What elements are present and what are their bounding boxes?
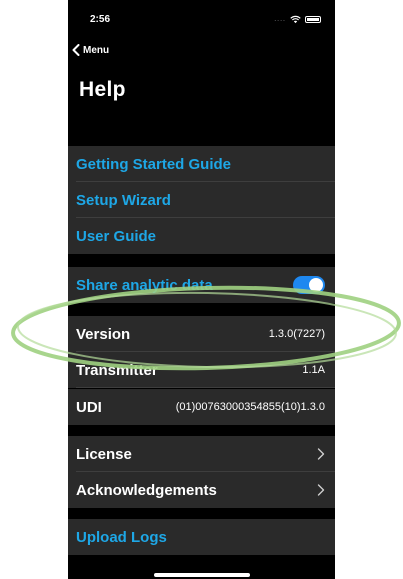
share-analytics-row: Share analytic data xyxy=(68,267,335,303)
link-label: Setup Wizard xyxy=(76,191,171,209)
chevron-right-icon xyxy=(317,448,325,460)
back-button[interactable]: Menu xyxy=(72,44,109,56)
udi-label: UDI xyxy=(76,398,102,416)
back-label: Menu xyxy=(83,44,110,56)
udi-row: UDI (01)00763000354855(10)1.3.0 xyxy=(68,389,335,425)
home-indicator xyxy=(154,573,250,577)
version-label: Version xyxy=(76,325,131,343)
share-analytics-toggle[interactable] xyxy=(293,276,325,294)
setup-wizard-link[interactable]: Setup Wizard xyxy=(68,182,335,218)
page-title: Help xyxy=(79,78,126,101)
link-label: Getting Started Guide xyxy=(76,155,232,173)
acknowledgements-label: Acknowledgements xyxy=(76,481,217,499)
status-icons: .... xyxy=(274,15,321,24)
upload-logs-link[interactable]: Upload Logs xyxy=(68,519,335,555)
share-analytics-label: Share analytic data xyxy=(76,276,213,294)
status-bar: 2:56 .... xyxy=(68,14,335,28)
wifi-icon xyxy=(290,15,301,24)
signal-icon: .... xyxy=(274,16,286,23)
upload-logs-label: Upload Logs xyxy=(76,528,167,546)
battery-icon xyxy=(305,16,321,23)
license-row[interactable]: License xyxy=(68,436,335,472)
user-guide-link[interactable]: User Guide xyxy=(68,218,335,254)
version-row: Version 1.3.0(7227) xyxy=(68,316,335,352)
chevron-left-icon xyxy=(72,44,80,56)
transmitter-label: Transmitter xyxy=(76,361,158,379)
license-label: License xyxy=(76,445,132,463)
transmitter-value: 1.1A xyxy=(302,364,325,376)
getting-started-guide-link[interactable]: Getting Started Guide xyxy=(68,146,335,182)
udi-value: (01)00763000354855(10)1.3.0 xyxy=(175,401,325,413)
acknowledgements-row[interactable]: Acknowledgements xyxy=(68,472,335,508)
toggle-knob xyxy=(309,278,323,292)
phone-screen: 2:56 .... Menu Help Getting Started Guid… xyxy=(68,0,335,579)
status-time: 2:56 xyxy=(90,14,111,25)
version-value: 1.3.0(7227) xyxy=(268,328,325,340)
link-label: User Guide xyxy=(76,227,157,245)
chevron-right-icon xyxy=(317,484,325,496)
transmitter-row: Transmitter 1.1A xyxy=(68,352,335,388)
